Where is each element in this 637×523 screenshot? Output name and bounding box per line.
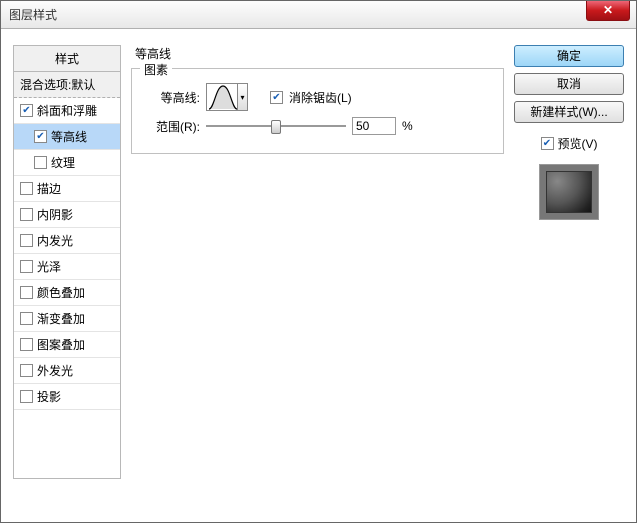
elements-group: 图素 等高线: ▾ 消除锯齿(L) 范围(R): (131, 68, 504, 154)
sidebar-header: 样式 (14, 46, 120, 72)
group-legend: 图素 (140, 61, 172, 78)
sidebar-item-label: 投影 (37, 388, 61, 405)
antialias-checkbox[interactable] (270, 91, 283, 104)
sidebar-item-checkbox[interactable] (20, 390, 33, 403)
sidebar-item-checkbox[interactable] (20, 234, 33, 247)
new-style-button[interactable]: 新建样式(W)... (514, 101, 624, 123)
sidebar-item-label: 内阴影 (37, 206, 73, 223)
sidebar-item-label: 渐变叠加 (37, 310, 85, 327)
sidebar-item-checkbox[interactable] (34, 156, 47, 169)
sidebar-item-checkbox[interactable] (20, 338, 33, 351)
sidebar-item-2[interactable]: 纹理 (14, 150, 120, 176)
sidebar-item-label: 外发光 (37, 362, 73, 379)
dialog-body: 样式 混合选项:默认 斜面和浮雕等高线纹理描边内阴影内发光光泽颜色叠加渐变叠加图… (1, 29, 636, 522)
styles-sidebar: 样式 混合选项:默认 斜面和浮雕等高线纹理描边内阴影内发光光泽颜色叠加渐变叠加图… (13, 45, 121, 479)
sidebar-item-8[interactable]: 渐变叠加 (14, 306, 120, 332)
layer-style-dialog: 图层样式 ✕ 样式 混合选项:默认 斜面和浮雕等高线纹理描边内阴影内发光光泽颜色… (0, 0, 637, 523)
sidebar-item-3[interactable]: 描边 (14, 176, 120, 202)
sidebar-item-11[interactable]: 投影 (14, 384, 120, 410)
sidebar-item-checkbox[interactable] (34, 130, 47, 143)
sidebar-item-label: 等高线 (51, 128, 87, 145)
sidebar-item-checkbox[interactable] (20, 260, 33, 273)
sidebar-item-4[interactable]: 内阴影 (14, 202, 120, 228)
sidebar-item-checkbox[interactable] (20, 286, 33, 299)
preview-swatch (539, 164, 599, 220)
contour-label: 等高线: (144, 89, 200, 106)
sidebar-item-1[interactable]: 等高线 (14, 124, 120, 150)
window-title: 图层样式 (9, 6, 57, 23)
antialias-label: 消除锯齿(L) (289, 89, 352, 106)
panel-title: 等高线 (131, 45, 504, 64)
sidebar-item-label: 斜面和浮雕 (37, 102, 97, 119)
sidebar-item-0[interactable]: 斜面和浮雕 (14, 98, 120, 124)
chevron-down-icon: ▾ (237, 84, 247, 110)
sidebar-item-checkbox[interactable] (20, 182, 33, 195)
sidebar-item-checkbox[interactable] (20, 312, 33, 325)
sidebar-item-checkbox[interactable] (20, 104, 33, 117)
sidebar-item-10[interactable]: 外发光 (14, 358, 120, 384)
range-label: 范围(R): (144, 118, 200, 135)
range-input[interactable] (352, 117, 396, 135)
range-slider[interactable] (206, 118, 346, 134)
ok-button[interactable]: 确定 (514, 45, 624, 67)
sidebar-item-9[interactable]: 图案叠加 (14, 332, 120, 358)
sidebar-item-label: 颜色叠加 (37, 284, 85, 301)
titlebar[interactable]: 图层样式 ✕ (1, 1, 636, 29)
sidebar-item-label: 纹理 (51, 154, 75, 171)
sidebar-item-7[interactable]: 颜色叠加 (14, 280, 120, 306)
sidebar-item-label: 内发光 (37, 232, 73, 249)
preview-checkbox[interactable] (541, 137, 554, 150)
sidebar-item-checkbox[interactable] (20, 208, 33, 221)
right-column: 确定 取消 新建样式(W)... 预览(V) (514, 45, 624, 510)
close-button[interactable]: ✕ (586, 1, 630, 21)
sidebar-item-label: 混合选项:默认 (20, 76, 95, 93)
sidebar-item-checkbox[interactable] (20, 364, 33, 377)
cancel-button[interactable]: 取消 (514, 73, 624, 95)
settings-panel: 等高线 图素 等高线: ▾ 消除锯齿(L) (131, 45, 504, 479)
range-suffix: % (402, 119, 413, 133)
sidebar-item-5[interactable]: 内发光 (14, 228, 120, 254)
sidebar-item-label: 描边 (37, 180, 61, 197)
preview-label: 预览(V) (558, 135, 598, 152)
sidebar-item-label: 光泽 (37, 258, 61, 275)
sidebar-item-label: 图案叠加 (37, 336, 85, 353)
contour-picker[interactable]: ▾ (206, 83, 248, 111)
sidebar-item-6[interactable]: 光泽 (14, 254, 120, 280)
slider-thumb[interactable] (271, 120, 281, 134)
contour-curve-icon (208, 84, 238, 110)
sidebar-item-blend-options[interactable]: 混合选项:默认 (14, 72, 120, 98)
